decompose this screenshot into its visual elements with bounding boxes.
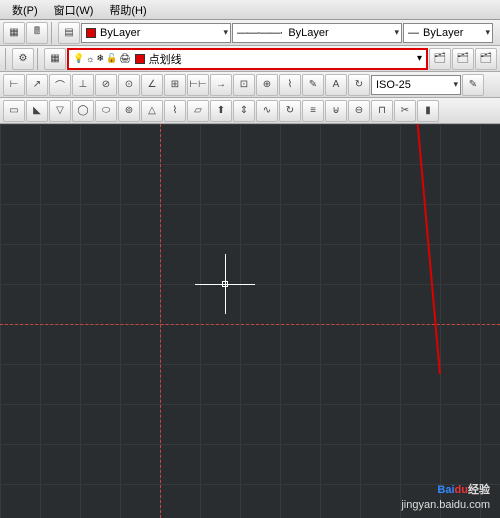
layer-props-icon[interactable]: ▦: [3, 22, 25, 44]
dim-jog-icon[interactable]: ⌇: [279, 74, 301, 96]
layer-manager-icon[interactable]: ▦: [44, 48, 66, 70]
helix-icon[interactable]: ⌇: [164, 100, 186, 122]
dim-continue-icon[interactable]: →: [210, 74, 232, 96]
layer-states-icon[interactable]: ⚙: [12, 48, 34, 70]
centerline-horizontal: [0, 324, 500, 325]
wedge-icon[interactable]: ◣: [26, 100, 48, 122]
sun-icon: ☼: [86, 54, 94, 64]
watermark: Baidu经验 jingyan.baidu.com: [401, 479, 490, 512]
grid-overlay: [0, 124, 500, 518]
centerline-vertical: [160, 124, 161, 518]
menu-help[interactable]: 帮助(H): [101, 2, 154, 18]
dim-style-edit-icon[interactable]: ✎: [462, 74, 484, 96]
crosshair-cursor: [195, 254, 255, 314]
torus-icon[interactable]: ⊚: [118, 100, 140, 122]
color-label: ByLayer: [100, 27, 140, 39]
revolve-icon[interactable]: ↻: [279, 100, 301, 122]
subtract-icon[interactable]: ⊖: [348, 100, 370, 122]
dim-aligned-icon[interactable]: ↗: [26, 74, 48, 96]
box-icon[interactable]: ▭: [3, 100, 25, 122]
sphere-icon[interactable]: ◯: [72, 100, 94, 122]
cylinder-icon[interactable]: ⬭: [95, 100, 117, 122]
properties-toolbar: ▦ 🖩 ▤ ByLayer ——·——· ByLayer — ByLayer: [0, 20, 500, 46]
color-swatch-icon: [86, 28, 96, 38]
layer-color-swatch: [135, 54, 145, 64]
menu-bar: 数(P) 窗口(W) 帮助(H): [0, 0, 500, 20]
dimension-toolbar: ⊢ ↗ ⌒ ⊥ ⊘ ⊙ ∠ ⊞ ⊢⊢ → ⊡ ⊕ ⌇ ✎ A ↻ ISO-25 …: [0, 72, 500, 98]
extrude-icon[interactable]: ⬆: [210, 100, 232, 122]
layer-tool3-icon[interactable]: 🗂: [475, 48, 497, 70]
lineweight-preview-icon: —: [408, 27, 419, 39]
thicken-icon[interactable]: ▮: [417, 100, 439, 122]
current-layer-combo[interactable]: 💡☼❄🔓🖨 点划线: [67, 48, 428, 70]
loft-icon[interactable]: ≡: [302, 100, 324, 122]
menu-params[interactable]: 数(P): [4, 2, 46, 18]
lock-icon: 🔓: [106, 53, 117, 64]
dim-ordinate-icon[interactable]: ⊥: [72, 74, 94, 96]
layer-tool1-icon[interactable]: 🗂: [429, 48, 451, 70]
linetype-preview-icon: ——·——·: [237, 27, 282, 39]
dim-center-icon[interactable]: ⊕: [256, 74, 278, 96]
pyramid-icon[interactable]: △: [141, 100, 163, 122]
lineweight-combo[interactable]: — ByLayer: [403, 23, 493, 43]
dim-update-icon[interactable]: ↻: [348, 74, 370, 96]
plot-icon: 🖨: [119, 53, 130, 64]
dim-style-label: ISO-25: [376, 79, 411, 91]
lineweight-label: ByLayer: [423, 27, 463, 39]
layers-toolbar: ⚙ ▦ 💡☼❄🔓🖨 点划线 🗂 🗂 🗂: [0, 46, 500, 72]
dim-arc-icon[interactable]: ⌒: [49, 74, 71, 96]
solids-toolbar: ▭ ◣ ▽ ◯ ⬭ ⊚ △ ⌇ ▱ ⬆ ⇕ ∿ ↻ ≡ ⊎ ⊖ ⊓ ✂ ▮: [0, 98, 500, 124]
presspull-icon[interactable]: ⇕: [233, 100, 255, 122]
color-combo[interactable]: ByLayer: [81, 23, 231, 43]
dim-style-combo[interactable]: ISO-25: [371, 75, 461, 95]
planar-icon[interactable]: ▱: [187, 100, 209, 122]
union-icon[interactable]: ⊎: [325, 100, 347, 122]
calculator-icon[interactable]: 🖩: [26, 22, 48, 44]
dim-baseline-icon[interactable]: ⊢⊢: [187, 74, 209, 96]
sweep-icon[interactable]: ∿: [256, 100, 278, 122]
menu-window[interactable]: 窗口(W): [46, 2, 102, 18]
drawing-canvas[interactable]: Baidu经验 jingyan.baidu.com: [0, 124, 500, 518]
freeze-icon: ❄: [96, 53, 104, 64]
linetype-label: ByLayer: [288, 27, 328, 39]
dim-tol-icon[interactable]: ⊡: [233, 74, 255, 96]
dim-radius-icon[interactable]: ⊘: [95, 74, 117, 96]
dim-text-icon[interactable]: A: [325, 74, 347, 96]
slice-icon[interactable]: ✂: [394, 100, 416, 122]
layer-tool2-icon[interactable]: 🗂: [452, 48, 474, 70]
intersect-icon[interactable]: ⊓: [371, 100, 393, 122]
layer-state-icons: 💡☼❄🔓🖨: [73, 53, 131, 64]
dim-edit-icon[interactable]: ✎: [302, 74, 324, 96]
cone-icon[interactable]: ▽: [49, 100, 71, 122]
lightbulb-icon: 💡: [73, 53, 84, 64]
dim-quick-icon[interactable]: ⊞: [164, 74, 186, 96]
linetype-combo[interactable]: ——·——· ByLayer: [232, 23, 402, 43]
dim-angular-icon[interactable]: ∠: [141, 74, 163, 96]
match-props-icon[interactable]: ▤: [58, 22, 80, 44]
dim-linear-icon[interactable]: ⊢: [3, 74, 25, 96]
dim-diameter-icon[interactable]: ⊙: [118, 74, 140, 96]
current-layer-name: 点划线: [149, 51, 182, 67]
